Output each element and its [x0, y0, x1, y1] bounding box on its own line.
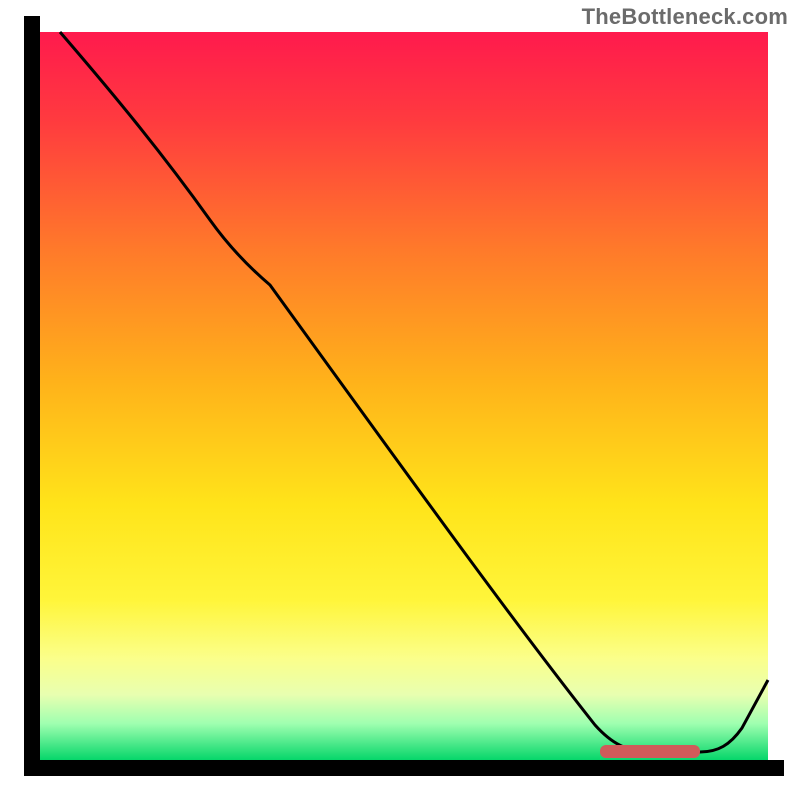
optimal-range-marker [600, 745, 700, 758]
bottleneck-chart [0, 0, 800, 800]
y-axis [24, 16, 40, 776]
chart-container: TheBottleneck.com [0, 0, 800, 800]
x-axis [24, 760, 784, 776]
